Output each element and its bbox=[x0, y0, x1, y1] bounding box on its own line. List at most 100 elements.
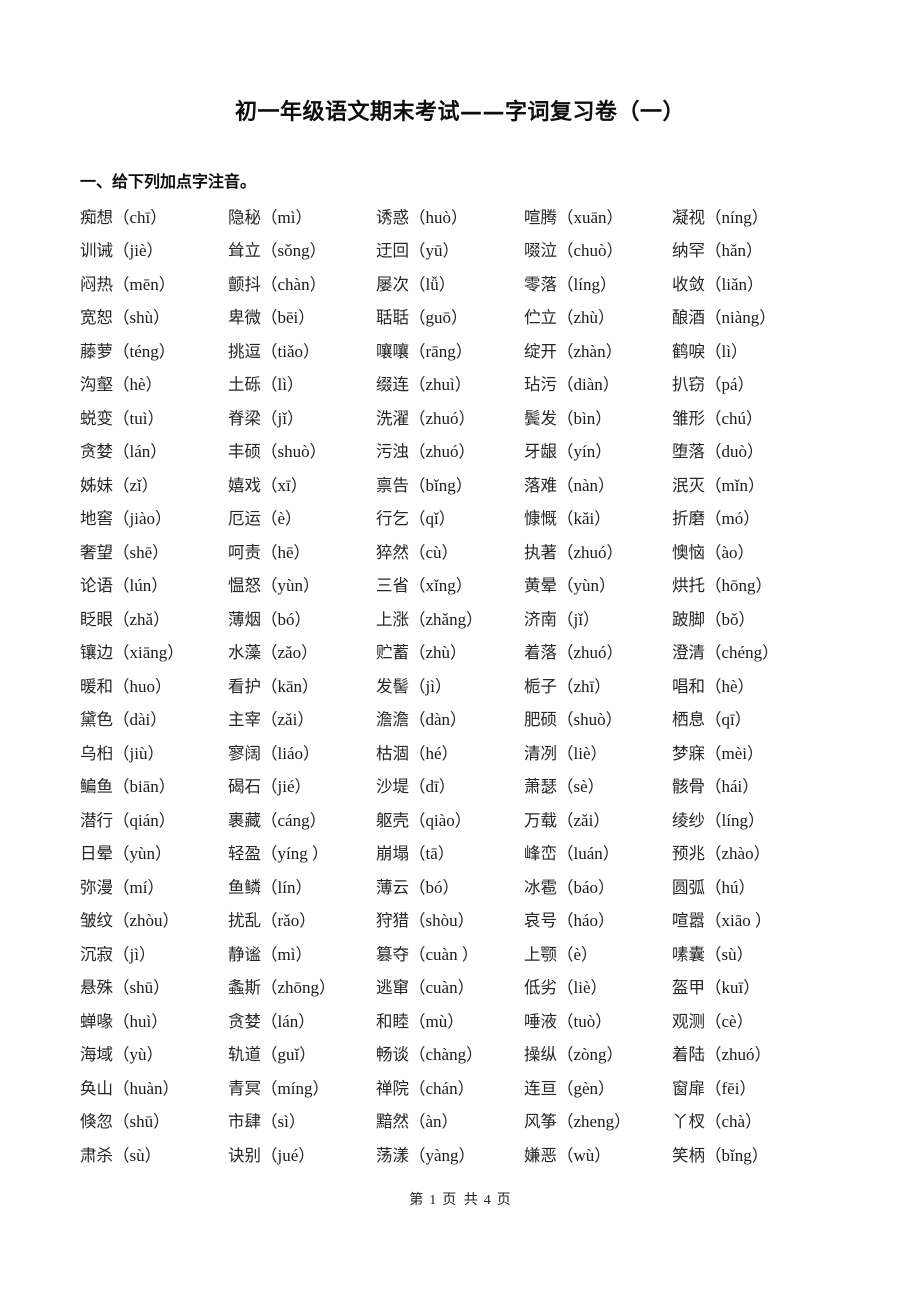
open-paren: （ bbox=[113, 743, 130, 763]
vocab-item: 屡次（lǚ） bbox=[376, 273, 524, 297]
open-paren: （ bbox=[409, 442, 426, 462]
open-paren: （ bbox=[261, 1078, 278, 1098]
vocab-pinyin: pá bbox=[721, 375, 738, 395]
vocab-item: 螽斯（zhōng） bbox=[228, 976, 376, 1000]
vocab-pinyin: míng bbox=[277, 1078, 313, 1098]
close-paren: ） bbox=[738, 877, 756, 897]
open-paren: （ bbox=[705, 877, 722, 897]
vocab-item: 跛脚（bǒ） bbox=[672, 608, 820, 632]
close-paren: ） bbox=[141, 475, 159, 495]
vocab-item: 酿酒（niàng） bbox=[672, 306, 820, 330]
vocab-word: 梦寐 bbox=[672, 743, 705, 763]
vocab-pinyin: chán bbox=[425, 1078, 458, 1098]
vocab-item: 绽开（zhàn） bbox=[524, 340, 672, 364]
vocab-word: 奢望 bbox=[80, 542, 113, 562]
vocab-item: 禅院（chán） bbox=[376, 1077, 524, 1101]
close-paren: ） bbox=[747, 442, 764, 462]
vocab-pinyin: jì bbox=[129, 944, 139, 964]
vocab-item: 澄清（chéng） bbox=[672, 641, 820, 665]
vocab-pinyin: zheng bbox=[573, 1112, 615, 1132]
vocab-item: 挑逗（tiǎo） bbox=[228, 340, 376, 364]
vocab-word: 哀号 bbox=[524, 911, 557, 931]
vocab-pinyin: biān bbox=[129, 777, 159, 797]
vocab-pinyin: cù bbox=[425, 542, 442, 562]
vocab-pinyin: tā bbox=[425, 844, 438, 864]
vocab-pinyin: hǎn bbox=[721, 241, 747, 261]
close-paren: ） bbox=[751, 207, 769, 227]
close-paren: ） bbox=[297, 710, 314, 730]
vocab-word: 地窖 bbox=[80, 509, 113, 529]
close-paren: ） bbox=[437, 844, 455, 864]
open-paren: （ bbox=[113, 710, 130, 730]
close-paren: ） bbox=[739, 1078, 756, 1098]
close-paren: ） bbox=[144, 1145, 162, 1165]
vocab-word: 澹澹 bbox=[376, 710, 409, 730]
close-paren: ） bbox=[298, 308, 315, 328]
vocab-pinyin: zǎo bbox=[277, 643, 302, 663]
close-paren: ） bbox=[737, 542, 755, 562]
vocab-pinyin: guǐ bbox=[277, 1045, 300, 1065]
vocab-item: 禀告（bǐng） bbox=[376, 474, 524, 498]
open-paren: （ bbox=[409, 676, 426, 696]
vocab-item: 嬉戏（xī） bbox=[228, 474, 376, 498]
close-paren: ） bbox=[737, 676, 755, 696]
vocab-word: 聒聒 bbox=[376, 308, 409, 328]
vocab-pinyin: zhòu bbox=[129, 911, 163, 931]
vocab-word: 预兆 bbox=[672, 844, 705, 864]
open-paren: （ bbox=[557, 475, 574, 495]
vocab-item: 冰雹（báo） bbox=[524, 876, 672, 900]
open-paren: （ bbox=[261, 777, 278, 797]
vocab-item: 聒聒（guō） bbox=[376, 306, 524, 330]
vocab-pinyin: chàng bbox=[425, 1045, 467, 1065]
vocab-word: 裹藏 bbox=[228, 810, 261, 830]
vocab-word: 雏形 bbox=[672, 408, 705, 428]
open-paren: （ bbox=[705, 710, 722, 730]
vocab-item: 纳罕（hǎn） bbox=[672, 239, 820, 263]
vocab-item: 裹藏（cáng） bbox=[228, 809, 376, 833]
vocab-pinyin: lún bbox=[129, 576, 152, 596]
vocab-word: 丰硕 bbox=[228, 442, 261, 462]
open-paren: （ bbox=[113, 911, 130, 931]
vocab-word: 纳罕 bbox=[672, 241, 705, 261]
vocab-pinyin: jì bbox=[425, 676, 435, 696]
close-paren: ） bbox=[581, 944, 598, 964]
close-paren: ） bbox=[286, 375, 304, 395]
close-paren: ） bbox=[309, 810, 327, 830]
vocab-row: 地窖（jiào） 厄运（è） 行乞（qǐ） 慷慨（kǎi） 折磨（mó） bbox=[80, 503, 840, 537]
vocab-word: 堕落 bbox=[672, 442, 705, 462]
vocab-pinyin: chéng bbox=[721, 643, 763, 663]
close-paren: ） bbox=[751, 1145, 769, 1165]
open-paren: （ bbox=[557, 509, 574, 529]
open-paren: （ bbox=[705, 810, 722, 830]
vocab-pinyin: tiǎo bbox=[277, 341, 304, 361]
vocab-pinyin: qiào bbox=[425, 810, 455, 830]
close-paren: ） bbox=[319, 978, 336, 998]
vocab-item: 黛色（dài） bbox=[80, 708, 228, 732]
open-paren: （ bbox=[409, 777, 426, 797]
open-paren: （ bbox=[409, 207, 426, 227]
close-paren: ） bbox=[451, 207, 468, 227]
close-paren: ） bbox=[598, 911, 615, 931]
vocab-pinyin: háo bbox=[573, 911, 599, 931]
open-paren: （ bbox=[557, 542, 574, 562]
vocab-item: 迂回（yū） bbox=[376, 239, 524, 263]
vocab-item: 唾液（tuò） bbox=[524, 1010, 672, 1034]
open-paren: （ bbox=[557, 442, 574, 462]
vocab-row: 宽恕（shù） 卑微（bēi） 聒聒（guō） 伫立（zhù） 酿酒（niàng） bbox=[80, 302, 840, 336]
vocab-pinyin: mǐn bbox=[721, 475, 748, 495]
vocab-word: 宽恕 bbox=[80, 308, 113, 328]
vocab-pinyin: jué bbox=[277, 1145, 299, 1165]
vocab-item: 隐秘（mì） bbox=[228, 206, 376, 230]
open-paren: （ bbox=[261, 375, 278, 395]
vocab-word: 零落 bbox=[524, 274, 557, 294]
open-paren: （ bbox=[409, 274, 426, 294]
open-paren: （ bbox=[557, 844, 574, 864]
vocab-pinyin: zhōng bbox=[277, 978, 320, 998]
vocab-item: 风筝（zheng） bbox=[524, 1110, 672, 1134]
vocab-item: 洗濯（zhuó） bbox=[376, 407, 524, 431]
vocab-word: 峰峦 bbox=[524, 844, 557, 864]
open-paren: （ bbox=[261, 911, 278, 931]
open-paren: （ bbox=[705, 341, 722, 361]
vocab-word: 执著 bbox=[524, 542, 557, 562]
vocab-item: 伫立（zhù） bbox=[524, 306, 672, 330]
